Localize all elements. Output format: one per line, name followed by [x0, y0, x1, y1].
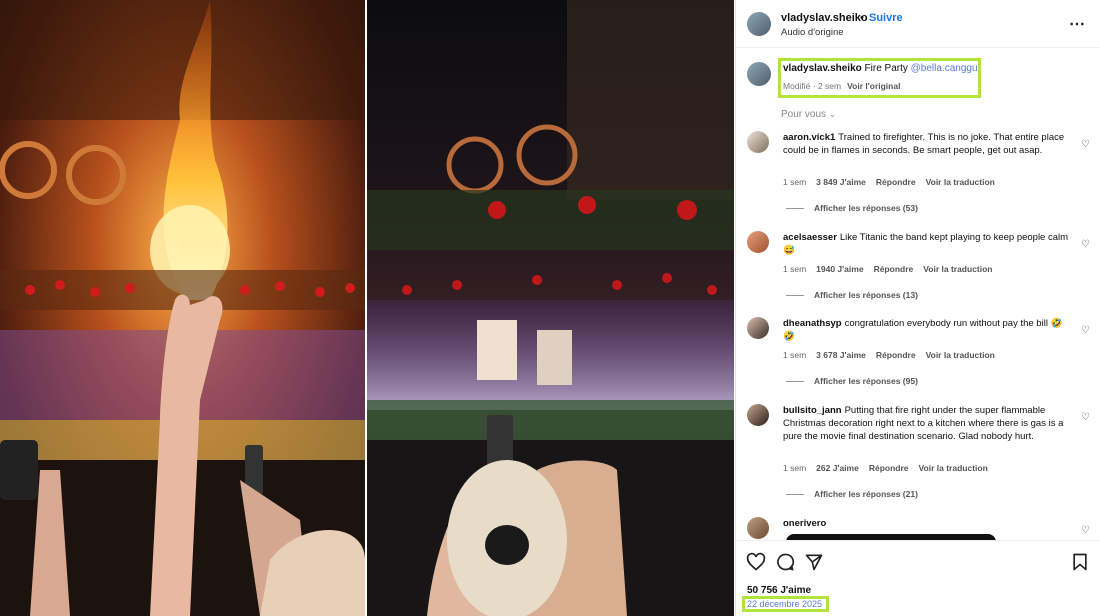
comment-time: 1 sem — [783, 463, 807, 473]
caption-text: Fire Party — [864, 63, 908, 74]
comment-meta: 1 sem 3 849 J'aime Répondre Voir la traduct… — [783, 177, 1005, 187]
like-heart-icon[interactable]: ♡ — [1081, 412, 1090, 423]
comment-meta: 1 sem 3 678 J'aime Répondre Voir la traduct… — [783, 350, 1005, 360]
comment-sort-dropdown[interactable]: Pour vous ⌄ — [781, 109, 836, 120]
translate-link[interactable]: Voir la traduction — [919, 463, 988, 473]
commenter-username[interactable]: onerivero — [783, 518, 826, 529]
view-replies-button[interactable]: Afficher les réponses (53) — [786, 203, 918, 213]
comment-body: dheanathsyp congratulation everybody run … — [783, 317, 1073, 343]
translate-link[interactable]: Voir la traduction — [923, 264, 992, 274]
fire-party-image-right — [367, 0, 734, 616]
author-avatar[interactable] — [747, 12, 771, 36]
comment-likes[interactable]: 1940 J'aime — [816, 264, 863, 274]
replies-line — [786, 494, 804, 496]
comment-time: 1 sem — [783, 350, 807, 360]
view-replies-button[interactable]: Afficher les réponses (13) — [786, 290, 918, 300]
commenter-username[interactable]: acelsaesser — [783, 232, 837, 243]
more-options-icon[interactable]: ⋯ — [1069, 14, 1086, 34]
caption-text-line: vladyslav.sheiko Fire Party @bella.cangg… — [783, 63, 978, 74]
commenter-username[interactable]: dheanathsyp — [783, 318, 842, 329]
commenter-avatar[interactable] — [747, 231, 769, 253]
comment-body: aaron.vick1 Trained to firefighter. This … — [783, 131, 1073, 157]
commenter-avatar[interactable] — [747, 131, 769, 153]
video-frame-left[interactable] — [0, 0, 365, 616]
commenter-username[interactable]: bullsito_jann — [783, 405, 842, 416]
comment-body: bullsito_jann Putting that fire right und… — [783, 404, 1073, 443]
caption-mention[interactable]: @bella.canggu — [911, 63, 978, 74]
post-actions-bar: 50 756 J'aime 22 décembre 2025 — [736, 540, 1100, 616]
author-username[interactable]: vladyslav.sheiko — [781, 12, 868, 24]
bookmark-icon[interactable] — [1070, 552, 1090, 572]
comment-icon[interactable] — [775, 552, 795, 572]
translate-link[interactable]: Voir la traduction — [926, 177, 995, 187]
video-frame-right[interactable] — [367, 0, 734, 616]
reply-button[interactable]: Répondre — [876, 177, 916, 187]
comment-meta: 1 sem 262 J'aime Répondre Voir la traductio… — [783, 463, 998, 473]
replies-label: Afficher les réponses (13) — [814, 290, 918, 300]
commenter-username[interactable]: aaron.vick1 — [783, 132, 835, 143]
post-header: vladyslav.sheiko • Suivre Audio d'origin… — [736, 0, 1100, 48]
replies-line — [786, 295, 804, 297]
reply-button[interactable]: Répondre — [874, 264, 914, 274]
chevron-down-icon: ⌄ — [829, 110, 836, 119]
like-heart-icon[interactable]: ♡ — [1081, 139, 1090, 150]
replies-line — [786, 381, 804, 383]
post-details-panel: vladyslav.sheiko • Suivre Audio d'origin… — [735, 0, 1100, 616]
commenter-avatar[interactable] — [747, 517, 769, 539]
comment-likes[interactable]: 3 849 J'aime — [816, 177, 866, 187]
like-heart-icon[interactable]: ♡ — [1081, 525, 1090, 536]
comment-likes[interactable]: 3 678 J'aime — [816, 350, 866, 360]
comment-likes[interactable]: 262 J'aime — [816, 463, 859, 473]
translate-link[interactable]: Voir la traduction — [926, 350, 995, 360]
view-replies-button[interactable]: Afficher les réponses (95) — [786, 376, 918, 386]
fire-party-image-left — [0, 0, 365, 616]
replies-line — [786, 208, 804, 210]
reply-button[interactable]: Répondre — [876, 350, 916, 360]
caption-meta: Modifié · 2 sem Voir l'original — [783, 81, 900, 91]
comment-time: 1 sem — [783, 177, 807, 187]
comment-body: onerivero — [783, 517, 1073, 530]
replies-label: Afficher les réponses (21) — [814, 489, 918, 499]
commenter-avatar[interactable] — [747, 404, 769, 426]
post-date: 22 décembre 2025 — [747, 599, 823, 609]
view-replies-button[interactable]: Afficher les réponses (21) — [786, 489, 918, 499]
audio-link[interactable]: Audio d'origine — [781, 27, 844, 38]
like-count[interactable]: 50 756 J'aime — [747, 585, 811, 596]
replies-label: Afficher les réponses (53) — [814, 203, 918, 213]
header-separator: • — [860, 12, 864, 24]
comment-body: acelsaesser Like Titanic the band kept pl… — [783, 231, 1073, 257]
reply-button[interactable]: Répondre — [869, 463, 909, 473]
sort-label: Pour vous — [781, 109, 827, 120]
follow-button[interactable]: Suivre — [869, 12, 903, 24]
comment-meta: 1 sem 1940 J'aime Répondre Voir la traducti… — [783, 264, 1003, 274]
commenter-avatar[interactable] — [747, 317, 769, 339]
like-heart-icon[interactable]: ♡ — [1081, 325, 1090, 336]
caption-avatar[interactable] — [747, 62, 771, 86]
comment-time: 1 sem — [783, 264, 807, 274]
heart-icon[interactable] — [746, 552, 766, 572]
replies-label: Afficher les réponses (95) — [814, 376, 918, 386]
caption-time: Modifié · 2 sem — [783, 81, 842, 91]
share-icon[interactable] — [804, 552, 824, 572]
caption-username[interactable]: vladyslav.sheiko — [783, 63, 862, 74]
like-heart-icon[interactable]: ♡ — [1081, 239, 1090, 250]
see-original-link[interactable]: Voir l'original — [847, 81, 900, 91]
